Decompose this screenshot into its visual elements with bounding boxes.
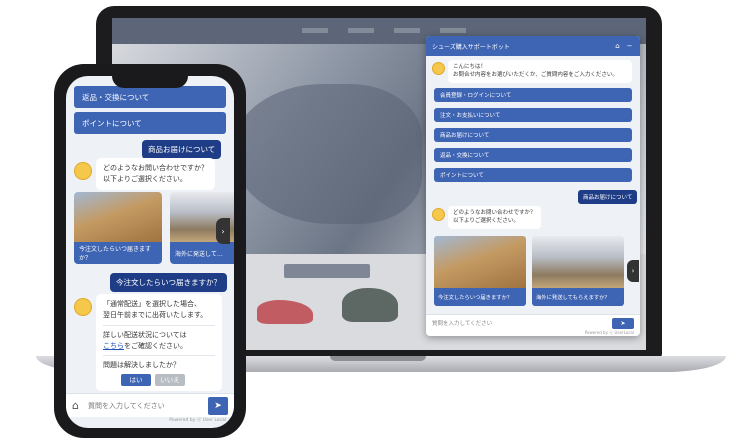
chat-title: シューズ購入サポートボット — [432, 43, 510, 51]
card-label: 海外に発送して… — [170, 242, 234, 264]
option-order-payment[interactable]: 注文・お支払いについて — [434, 108, 632, 122]
feedback-buttons: はい いいえ — [103, 374, 215, 387]
product-mockup: シューズ購入サポートボット ⌂ − こんにちは！ お問合せ内容をお選びいただくか… — [0, 0, 754, 440]
powered-by: Powered by ⓤ UserLocal — [584, 330, 634, 335]
answer-line: 翌日午前までに出荷いたします。 — [103, 310, 208, 319]
carousel-next-icon[interactable]: › — [627, 260, 639, 282]
answer-line: 「通常配送」を選択した場合、 — [103, 300, 201, 308]
card-image-boxes — [434, 236, 526, 288]
card-label: 今注文したらいつ届きますか？ — [74, 242, 162, 264]
send-button[interactable]: ➤ — [612, 318, 634, 329]
home-icon[interactable]: ⌂ — [72, 399, 79, 412]
answer-suffix: をご確認ください。 — [124, 341, 187, 350]
answer-line: こちらをご確認ください。 — [103, 341, 215, 352]
yes-button[interactable]: はい — [121, 374, 151, 387]
bot-question-bubble: どのようなお問い合わせですか？ 以下よりご選択ください。 — [448, 206, 541, 229]
faq-card[interactable]: 海外に発送してもらえますか？ — [532, 236, 624, 306]
option-points[interactable]: ポイントについて — [74, 112, 226, 134]
desktop-chat-widget: シューズ購入サポートボット ⌂ − こんにちは！ お問合せ内容をお選びいただくか… — [426, 36, 640, 336]
chat-input-bar: ⌂ 質問を入力してください ➤ — [66, 393, 234, 417]
bot-avatar — [432, 62, 445, 75]
card-image-boxes — [74, 192, 162, 242]
minimize-icon[interactable]: − — [625, 42, 634, 50]
laptop-notch — [330, 356, 426, 361]
phone-notch — [112, 70, 188, 88]
chat-input[interactable]: 質問を入力してください — [88, 401, 165, 411]
divider — [103, 324, 215, 326]
user-message: 今注文したらいつ届きますか？ — [110, 273, 227, 292]
faq-card[interactable]: 今注文したらいつ届きますか？ — [74, 192, 162, 264]
user-message: 商品お届けについて — [142, 140, 222, 159]
option-return-exchange[interactable]: 返品・交換について — [74, 86, 226, 108]
phone-chat-screen: 返品・交換について ポイントについて 商品お届けについて どのようなお問い合わせ… — [66, 76, 234, 428]
section-title — [284, 264, 370, 278]
bot-avatar — [74, 298, 92, 316]
site-nav — [302, 28, 482, 33]
question-line: どのようなお問い合わせですか？ — [103, 164, 208, 172]
option-account[interactable]: 会員登録・ログインについて — [434, 88, 632, 102]
bot-greeting-bubble: こんにちは！ お問合せ内容をお選びいただくか、ご質問内容をご入力ください。 — [448, 60, 632, 83]
bot-answer-bubble: 「通常配送」を選択した場合、 翌日午前までに出荷いたします。 詳しい配送状況につ… — [96, 294, 222, 392]
answer-line: 詳しい配送状況については — [103, 330, 187, 339]
question-line: 以下よりご選択ください。 — [103, 174, 187, 183]
option-delivery[interactable]: 商品お届けについて — [434, 128, 632, 142]
product-image-red-shoe[interactable] — [257, 300, 313, 324]
question-line: 以下よりご選択ください。 — [453, 218, 519, 225]
hero-shoe-image — [232, 84, 422, 224]
product-image-dark-shoe[interactable] — [342, 288, 398, 322]
greeting-line: お問合せ内容をお選びいただくか、ご質問内容をご入力ください。 — [453, 72, 618, 79]
card-label: 今注文したらいつ届きますか？ — [434, 288, 526, 306]
greeting-line: こんにちは！ — [453, 64, 487, 70]
divider — [103, 355, 215, 357]
no-button[interactable]: いいえ — [155, 374, 185, 387]
chat-input[interactable]: 質問を入力してください ➤ — [426, 314, 640, 330]
bot-avatar — [74, 162, 92, 180]
send-button[interactable]: ➤ — [208, 397, 228, 415]
card-label: 海外に発送してもらえますか？ — [532, 288, 624, 306]
resolved-question: 問題は解決しましたか？ — [103, 361, 180, 370]
details-link[interactable]: こちら — [103, 342, 124, 350]
user-message: 商品お届けについて — [578, 190, 638, 204]
card-image-warehouse — [532, 236, 624, 288]
chat-header: シューズ購入サポートボット ⌂ − — [426, 36, 640, 56]
bot-question-bubble: どのようなお問い合わせですか？ 以下よりご選択ください。 — [96, 158, 215, 190]
option-return-exchange[interactable]: 返品・交換について — [434, 148, 632, 162]
carousel-next-icon[interactable]: › — [216, 218, 230, 244]
option-points[interactable]: ポイントについて — [434, 168, 632, 182]
powered-by: Powered by ⓤ User Local — [169, 418, 226, 423]
chat-input-placeholder: 質問を入力してください — [432, 320, 493, 327]
question-line: どのようなお問い合わせですか？ — [453, 210, 536, 216]
faq-card[interactable]: 今注文したらいつ届きますか？ — [434, 236, 526, 306]
bot-avatar — [432, 208, 445, 221]
home-icon[interactable]: ⌂ — [613, 42, 622, 50]
